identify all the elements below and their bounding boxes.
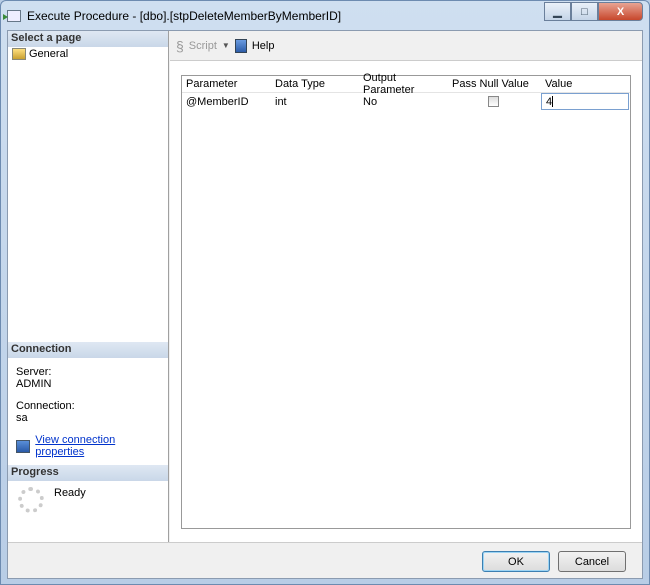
page-general-label: General bbox=[29, 48, 69, 60]
connection-label: Connection: bbox=[16, 400, 75, 412]
grid-header: Parameter Data Type Output Parameter Pas… bbox=[182, 72, 630, 96]
ok-button[interactable]: OK bbox=[482, 551, 550, 572]
server-value: ADMIN bbox=[16, 378, 52, 390]
column-header: Parameter bbox=[186, 78, 238, 90]
cancel-button[interactable]: Cancel bbox=[558, 551, 626, 572]
close-button[interactable]: X bbox=[598, 2, 643, 21]
value-input[interactable]: 4 bbox=[541, 93, 629, 110]
connection-properties-icon bbox=[16, 439, 31, 453]
view-connection-properties-link[interactable]: View connection properties bbox=[35, 434, 160, 458]
parameters-grid: Parameter Data Type Output Parameter Pas… bbox=[181, 72, 631, 529]
server-label: Server: bbox=[16, 366, 52, 378]
select-page-header: Select a page bbox=[8, 31, 168, 47]
left-panel: Select a page General Connection Server:… bbox=[8, 31, 169, 542]
window-title: Execute Procedure - [dbo].[stpDeleteMemb… bbox=[27, 9, 342, 23]
minimize-button[interactable]: ▁ bbox=[544, 2, 571, 21]
execute-procedure-window: Execute Procedure - [dbo].[stpDeleteMemb… bbox=[0, 0, 650, 585]
toolbar: § Script ▼ Help bbox=[170, 31, 642, 61]
help-button[interactable]: Help bbox=[252, 40, 275, 52]
column-header: Pass Null Value bbox=[452, 78, 529, 90]
script-button[interactable]: Script bbox=[189, 40, 217, 52]
data-type-cell: int bbox=[275, 95, 287, 108]
column-header: Data Type bbox=[275, 78, 325, 90]
execute-procedure-icon bbox=[3, 10, 21, 22]
script-icon: § bbox=[176, 37, 184, 54]
maximize-button[interactable]: □ bbox=[571, 2, 598, 21]
help-icon bbox=[234, 38, 247, 53]
progress-spinner-icon bbox=[18, 487, 44, 513]
connection-value: sa bbox=[16, 412, 28, 424]
progress-header: Progress bbox=[8, 465, 168, 481]
column-header: Output Parameter bbox=[363, 72, 415, 96]
progress-status: Ready bbox=[54, 487, 86, 499]
general-page-icon bbox=[12, 48, 26, 60]
connection-header: Connection bbox=[8, 342, 168, 358]
output-parameter-cell: No bbox=[363, 95, 378, 108]
main-panel: § Script ▼ Help Parameter Data Type Outp… bbox=[170, 31, 642, 542]
pass-null-checkbox[interactable] bbox=[488, 96, 499, 107]
table-row: @MemberID int No 4 bbox=[182, 93, 630, 110]
column-header: Value bbox=[545, 78, 573, 90]
title-bar: Execute Procedure - [dbo].[stpDeleteMemb… bbox=[3, 5, 342, 27]
script-dropdown-icon[interactable]: ▼ bbox=[222, 41, 230, 50]
button-bar: OK Cancel bbox=[8, 542, 642, 579]
parameter-cell: @MemberID bbox=[186, 95, 249, 108]
page-general[interactable]: General bbox=[8, 47, 168, 61]
